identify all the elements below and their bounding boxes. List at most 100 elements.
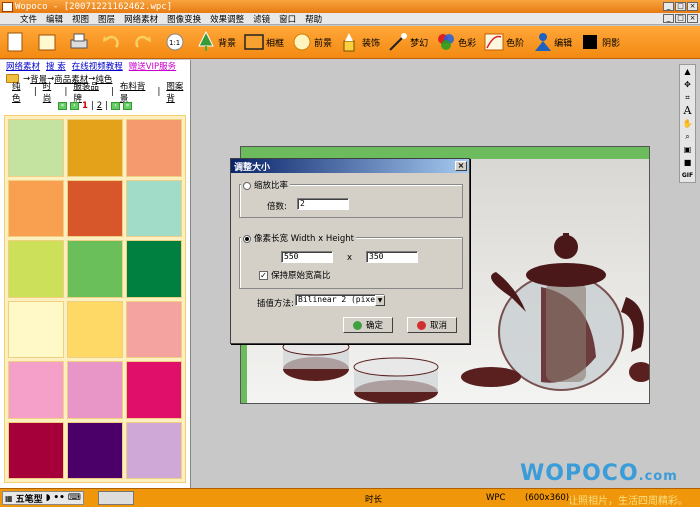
color-swatch[interactable] bbox=[126, 119, 182, 177]
interp-select[interactable]: Bilinear 2 (pixel c bbox=[295, 294, 385, 306]
next-page-button[interactable]: › bbox=[111, 102, 121, 110]
menu-window[interactable]: 窗口 bbox=[279, 13, 296, 25]
category-pattern[interactable]: 图案背 bbox=[166, 80, 190, 104]
color-swatch[interactable] bbox=[126, 179, 182, 237]
color-swatch[interactable] bbox=[67, 361, 123, 419]
text-icon[interactable]: A bbox=[680, 104, 695, 117]
doc-close-button[interactable]: × bbox=[687, 14, 698, 23]
resize-dialog: 调整大小 × 缩放比率 倍数: 2 像素长宽 Width x Height 55… bbox=[230, 158, 470, 344]
minimize-button[interactable]: _ bbox=[663, 2, 674, 11]
actual-size-icon[interactable]: 1:1 bbox=[164, 30, 186, 54]
color-swatch[interactable] bbox=[67, 421, 123, 479]
menu-web-assets[interactable]: 网络素材 bbox=[124, 13, 158, 25]
ok-button[interactable]: 确定 bbox=[343, 317, 393, 333]
tool-foreground-label: 前景 bbox=[314, 38, 333, 49]
category-fashion[interactable]: 时尚 bbox=[43, 80, 59, 104]
color-swatch[interactable] bbox=[8, 361, 64, 419]
color-swatch[interactable] bbox=[126, 240, 182, 298]
tool-shadow-label: 阴影 bbox=[602, 38, 621, 49]
interp-label: 插值方法: bbox=[257, 299, 294, 309]
link-video-tutorial[interactable]: 在线视频教程 bbox=[72, 60, 123, 72]
tool-shadow[interactable]: 阴影 bbox=[580, 31, 620, 53]
maximize-button[interactable]: □ bbox=[675, 2, 686, 11]
height-input[interactable]: 350 bbox=[366, 251, 418, 263]
page-2[interactable]: 2 bbox=[97, 101, 102, 111]
color-swatch[interactable] bbox=[8, 179, 64, 237]
tool-fantasy[interactable]: 梦幻 bbox=[388, 31, 428, 53]
color-swatch[interactable] bbox=[126, 361, 182, 419]
status-size: (600x360) bbox=[525, 493, 570, 503]
last-page-button[interactable]: » bbox=[123, 102, 133, 110]
multiple-input[interactable]: 2 bbox=[297, 198, 349, 210]
pixel-radio-row[interactable]: 像素长宽 Width x Height bbox=[241, 232, 356, 244]
gif-icon[interactable]: GIF bbox=[680, 169, 695, 182]
color-swatch[interactable] bbox=[67, 119, 123, 177]
color-swatch[interactable] bbox=[8, 119, 64, 177]
background-icon bbox=[196, 31, 216, 53]
tool-foreground[interactable]: 前景 bbox=[292, 31, 332, 53]
menu-effects[interactable]: 效果调整 bbox=[210, 13, 244, 25]
tool-edit[interactable]: 编辑 bbox=[532, 31, 572, 53]
color-swatch[interactable] bbox=[67, 300, 123, 358]
redo-icon[interactable] bbox=[132, 30, 154, 54]
menu-edit[interactable]: 编辑 bbox=[46, 13, 63, 25]
width-input[interactable]: 550 bbox=[281, 251, 333, 263]
interp-dropdown-arrow-icon[interactable]: ▼ bbox=[375, 295, 385, 306]
color-swatch[interactable] bbox=[126, 300, 182, 358]
prev-page-button[interactable]: ‹ bbox=[69, 102, 79, 110]
color-swatch[interactable] bbox=[8, 421, 64, 479]
tool-frame[interactable]: 相框 bbox=[244, 31, 284, 53]
tool-levels-label: 色阶 bbox=[506, 38, 525, 49]
category-solid[interactable]: 纯色 bbox=[12, 80, 28, 104]
menu-layer[interactable]: 图层 bbox=[98, 13, 115, 25]
page-1[interactable]: 1 bbox=[82, 101, 88, 111]
new-file-icon[interactable] bbox=[4, 30, 26, 54]
category-fabric[interactable]: 布料背景 bbox=[120, 80, 152, 104]
first-page-button[interactable]: « bbox=[57, 102, 67, 110]
dialog-close-button[interactable]: × bbox=[455, 161, 467, 171]
open-file-icon[interactable] bbox=[36, 30, 58, 54]
color-swatch[interactable] bbox=[67, 240, 123, 298]
image-icon[interactable]: ▣ bbox=[680, 143, 695, 156]
tool-decoration[interactable]: 装饰 bbox=[340, 31, 380, 53]
menu-filter[interactable]: 滤镜 bbox=[253, 13, 270, 25]
color-swatch[interactable] bbox=[8, 240, 64, 298]
tool-background-label: 背景 bbox=[218, 38, 237, 49]
select-arrow-icon[interactable]: ▲ bbox=[680, 65, 695, 78]
tool-color[interactable]: 色彩 bbox=[436, 31, 476, 53]
link-search[interactable]: 搜 索 bbox=[46, 60, 66, 72]
dialog-title-bar: 调整大小 × bbox=[231, 159, 469, 173]
print-icon[interactable] bbox=[68, 30, 90, 54]
scale-radio[interactable] bbox=[243, 181, 251, 190]
hand-icon[interactable]: ✋ bbox=[680, 117, 695, 130]
menu-view[interactable]: 视图 bbox=[72, 13, 89, 25]
undo-icon[interactable] bbox=[100, 30, 122, 54]
crop-icon[interactable]: ⌗ bbox=[680, 91, 695, 104]
color-icon bbox=[436, 31, 456, 53]
tool-levels[interactable]: 色阶 bbox=[484, 31, 524, 53]
color-swatch[interactable] bbox=[8, 300, 64, 358]
asset-panel: 网络素材 搜 索 在线视频教程 赠送VIP服务 → 背景 → 商品素材 → 纯色… bbox=[0, 60, 191, 488]
color-swatch[interactable] bbox=[126, 421, 182, 479]
doc-minimize-button[interactable]: _ bbox=[663, 14, 674, 23]
keep-ratio-row[interactable]: ✓ 保持原始宽高比 bbox=[259, 269, 331, 281]
zoom-icon[interactable]: ⌕ bbox=[680, 130, 695, 143]
move-icon[interactable]: ✥ bbox=[680, 78, 695, 91]
menu-help[interactable]: 帮助 bbox=[305, 13, 322, 25]
fill-black-icon[interactable]: ■ bbox=[680, 156, 695, 169]
color-swatch[interactable] bbox=[67, 179, 123, 237]
link-vip-service[interactable]: 赠送VIP服务 bbox=[129, 60, 176, 72]
doc-restore-button[interactable]: □ bbox=[675, 14, 686, 23]
tool-edit-label: 编辑 bbox=[554, 38, 573, 49]
ime-indicator[interactable]: ▦ 五笔型 ◗ •• ⌨ bbox=[2, 491, 84, 505]
link-web-assets[interactable]: 网络素材 bbox=[6, 60, 40, 72]
close-button[interactable]: × bbox=[687, 2, 698, 11]
scale-radio-row[interactable]: 缩放比率 bbox=[241, 179, 291, 191]
pixel-radio[interactable] bbox=[243, 234, 251, 243]
cancel-button[interactable]: 取消 bbox=[407, 317, 457, 333]
watermark-com: .com bbox=[638, 469, 678, 484]
menu-image-transform[interactable]: 图像变换 bbox=[167, 13, 201, 25]
menu-file[interactable]: 文件 bbox=[20, 13, 37, 25]
tool-background[interactable]: 背景 bbox=[196, 31, 236, 53]
keep-ratio-checkbox[interactable]: ✓ bbox=[259, 271, 268, 280]
